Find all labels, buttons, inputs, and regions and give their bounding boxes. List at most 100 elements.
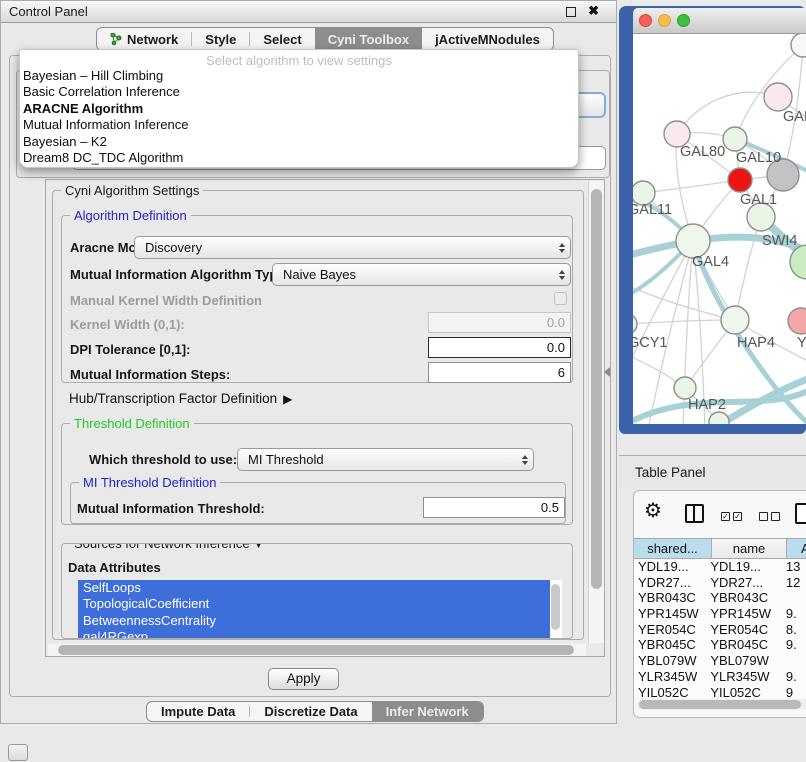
table-cell: YER054C bbox=[706, 622, 776, 638]
table-cell: YDL19... bbox=[706, 559, 776, 575]
table-row[interactable]: YPR145WYPR145W9. bbox=[634, 606, 806, 622]
collapsed-arrow-icon[interactable]: ▶ bbox=[283, 392, 292, 406]
bottom-tabs: Impute DataDiscretize DataInfer Network bbox=[146, 701, 484, 722]
which-threshold-combo[interactable]: MI Threshold bbox=[237, 448, 534, 471]
minimized-panel-icon[interactable] bbox=[8, 744, 28, 761]
table-row[interactable]: YER054CYER054C8. bbox=[634, 622, 806, 638]
table-cell: YIL052C bbox=[706, 685, 776, 698]
settings-horizontal-scrollbar[interactable] bbox=[48, 644, 586, 656]
mi-threshold-label: Mutual Information Threshold: bbox=[77, 501, 265, 516]
tab-select[interactable]: Select bbox=[250, 28, 314, 50]
network-edge[interactable] bbox=[735, 217, 761, 320]
manual-kernel-checkbox[interactable] bbox=[554, 292, 567, 305]
aracne-mode-combo[interactable]: Discovery bbox=[134, 236, 571, 259]
table-row[interactable]: YIL052CYIL052C9 bbox=[634, 685, 806, 698]
table-cell: YLR345W bbox=[706, 669, 776, 685]
scrollbar-thumb[interactable] bbox=[591, 189, 602, 589]
network-canvas[interactable]: GALGAL80GAL10GAL1GAL11SWI4GAL4GCY1HAP4YH… bbox=[633, 34, 806, 424]
table-row[interactable]: YLR345WYLR345W9. bbox=[634, 669, 806, 685]
mi-algorithm-type-combo[interactable]: Naive Bayes bbox=[272, 263, 571, 286]
table-row[interactable]: YBR043CYBR043C bbox=[634, 590, 806, 606]
table-cell bbox=[776, 653, 806, 669]
table-cell: YDL19... bbox=[634, 559, 706, 575]
network-node[interactable] bbox=[764, 83, 792, 111]
network-window-titlebar[interactable] bbox=[633, 8, 806, 34]
table-row[interactable]: YDR27...YDR27...12 bbox=[634, 575, 806, 591]
tab-style[interactable]: Style bbox=[192, 28, 249, 50]
checked-pair-icon[interactable]: ✓✓ bbox=[721, 512, 742, 521]
network-node[interactable] bbox=[721, 306, 749, 334]
zoom-traffic-light-icon[interactable] bbox=[677, 14, 690, 27]
attribute-item-topologicalcoefficient[interactable]: TopologicalCoefficient bbox=[78, 596, 550, 612]
mi-type-label: Mutual Information Algorithm Type: bbox=[70, 267, 289, 282]
dpi-tolerance-field[interactable]: 0.0 bbox=[428, 337, 571, 358]
table-cell: YER054C bbox=[634, 622, 706, 638]
algorithm-option-bayesian-hill-climbing[interactable]: Bayesian – Hill Climbing bbox=[22, 68, 576, 84]
network-node[interactable] bbox=[723, 127, 747, 151]
network-view-window: GALGAL80GAL10GAL1GAL11SWI4GAL4GCY1HAP4YH… bbox=[619, 6, 806, 434]
algorithm-option-bayesian-k2[interactable]: Bayesian – K2 bbox=[22, 134, 576, 150]
tab-infer-network[interactable]: Infer Network bbox=[372, 702, 483, 721]
algorithm-option-aracne-algorithm[interactable]: ARACNE Algorithm bbox=[22, 101, 576, 117]
algorithm-dropdown-list: Bayesian – Hill ClimbingBasic Correlatio… bbox=[22, 68, 576, 166]
network-node[interactable] bbox=[674, 377, 696, 399]
column-header-shared[interactable]: shared... bbox=[634, 538, 712, 559]
scrollbar-thumb[interactable] bbox=[551, 584, 560, 630]
table-row[interactable]: YDL19...YDL19...13 bbox=[634, 559, 806, 575]
network-edge[interactable] bbox=[633, 320, 735, 324]
hub-definition-toggle[interactable]: Hub/Transcription Factor Definition▶ bbox=[69, 391, 292, 406]
panel-splitter-handle[interactable] bbox=[604, 367, 610, 377]
node-label-hap4: HAP4 bbox=[737, 335, 775, 351]
algorithm-option-basic-correlation-inference[interactable]: Basic Correlation Inference bbox=[22, 84, 576, 100]
control-panel-window: Control Panel ✖ NetworkStyleSelectCyni T… bbox=[0, 0, 617, 724]
algorithm-option-dream8-dc-tdc-algorithm[interactable]: Dream8 DC_TDC Algorithm bbox=[22, 150, 576, 166]
table-cell: 9 bbox=[776, 685, 806, 698]
network-edge[interactable] bbox=[643, 180, 740, 193]
sources-group: Sources for Network Inference▼ Data Attr… bbox=[61, 543, 573, 639]
tab-impute-data[interactable]: Impute Data bbox=[147, 702, 249, 721]
column-header-a[interactable]: A bbox=[787, 538, 806, 559]
document-icon[interactable] bbox=[795, 503, 806, 524]
table-cell: 9. bbox=[776, 669, 806, 685]
expanded-arrow-icon[interactable]: ▼ bbox=[254, 543, 264, 551]
network-node[interactable] bbox=[728, 168, 752, 192]
network-node[interactable] bbox=[633, 314, 637, 334]
scrollbar-thumb[interactable] bbox=[58, 645, 574, 655]
apply-button[interactable]: Apply bbox=[268, 668, 339, 690]
mi-threshold-field[interactable]: 0.5 bbox=[423, 497, 565, 518]
group-title: MI Threshold Definition bbox=[79, 475, 220, 490]
network-edge[interactable] bbox=[677, 92, 778, 134]
close-icon[interactable]: ✖ bbox=[588, 3, 599, 19]
settings-vertical-scrollbar[interactable] bbox=[588, 181, 604, 643]
float-icon[interactable] bbox=[566, 7, 576, 17]
tab-discretize-data[interactable]: Discretize Data bbox=[250, 702, 371, 721]
attribute-item-selfloops[interactable]: SelfLoops bbox=[78, 580, 550, 596]
gear-icon[interactable]: ⚙ bbox=[644, 498, 662, 523]
close-traffic-light-icon[interactable] bbox=[639, 14, 652, 27]
table-cell: YLR345W bbox=[634, 669, 706, 685]
attribute-item-betweennesscentrality[interactable]: BetweennessCentrality bbox=[78, 613, 550, 629]
combo-value: Discovery bbox=[145, 240, 202, 255]
minimize-traffic-light-icon[interactable] bbox=[658, 14, 671, 27]
table-row[interactable]: YBL079WYBL079W bbox=[634, 653, 806, 669]
unchecked-pair-icon[interactable] bbox=[759, 512, 780, 521]
control-panel-titlebar[interactable]: Control Panel ✖ bbox=[1, 1, 616, 23]
mi-steps-field[interactable]: 6 bbox=[428, 362, 571, 383]
attribute-item-gal4rgexp[interactable]: gal4RGexp bbox=[78, 629, 550, 639]
algorithm-option-mutual-information-inference[interactable]: Mutual Information Inference bbox=[22, 117, 576, 133]
split-columns-icon[interactable] bbox=[685, 504, 704, 523]
table-panel-titlebar[interactable]: Table Panel bbox=[619, 455, 806, 488]
table-horizontal-scrollbar[interactable] bbox=[637, 699, 806, 710]
tab-jactivemnodules[interactable]: jActiveMNodules bbox=[422, 28, 553, 50]
tab-cyni-toolbox[interactable]: Cyni Toolbox bbox=[315, 28, 422, 50]
table-row[interactable]: YBR045CYBR045C9. bbox=[634, 637, 806, 653]
table-cell: YPR145W bbox=[634, 606, 706, 622]
network-node[interactable] bbox=[788, 308, 806, 334]
network-graph[interactable]: GALGAL80GAL10GAL1GAL11SWI4GAL4GCY1HAP4YH… bbox=[633, 34, 806, 424]
scrollbar-thumb[interactable] bbox=[639, 700, 801, 709]
combo-stepper-icon bbox=[559, 270, 565, 280]
column-header-name[interactable]: name bbox=[712, 538, 787, 559]
network-node[interactable] bbox=[676, 224, 710, 258]
list-scrollbar[interactable] bbox=[550, 582, 561, 639]
tab-network[interactable]: Network bbox=[97, 28, 191, 50]
